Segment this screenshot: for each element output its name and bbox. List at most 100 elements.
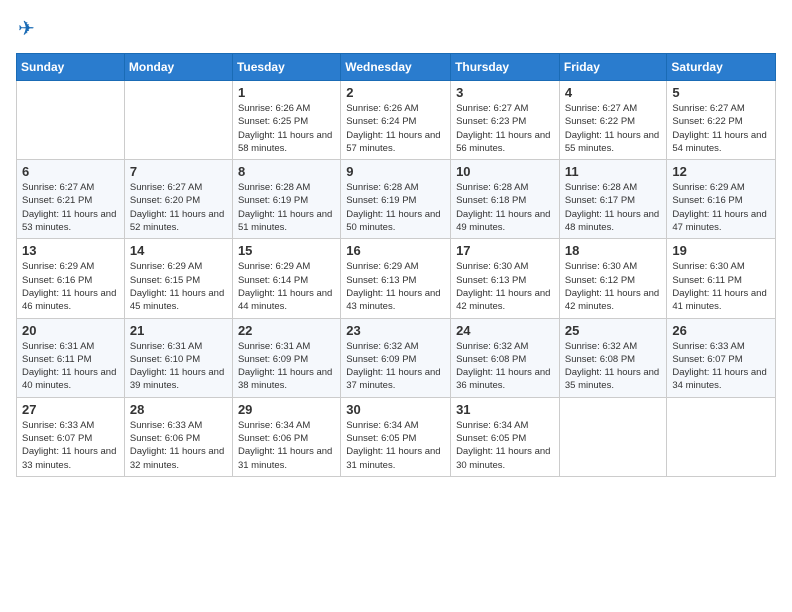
day-info: Sunrise: 6:30 AMSunset: 6:13 PMDaylight:… (456, 260, 554, 313)
day-info: Sunrise: 6:33 AMSunset: 6:07 PMDaylight:… (672, 340, 770, 393)
day-number: 17 (456, 243, 554, 258)
day-cell: 1 Sunrise: 6:26 AMSunset: 6:25 PMDayligh… (232, 81, 340, 160)
day-number: 29 (238, 402, 335, 417)
day-cell (17, 81, 125, 160)
day-info: Sunrise: 6:27 AMSunset: 6:22 PMDaylight:… (672, 102, 770, 155)
day-number: 4 (565, 85, 662, 100)
day-cell: 7 Sunrise: 6:27 AMSunset: 6:20 PMDayligh… (124, 160, 232, 239)
weekday-header-friday: Friday (559, 54, 667, 81)
week-row-2: 6 Sunrise: 6:27 AMSunset: 6:21 PMDayligh… (17, 160, 776, 239)
day-number: 12 (672, 164, 770, 179)
day-number: 20 (22, 323, 119, 338)
day-info: Sunrise: 6:34 AMSunset: 6:05 PMDaylight:… (456, 419, 554, 472)
day-info: Sunrise: 6:27 AMSunset: 6:21 PMDaylight:… (22, 181, 119, 234)
day-info: Sunrise: 6:34 AMSunset: 6:05 PMDaylight:… (346, 419, 445, 472)
day-cell: 30 Sunrise: 6:34 AMSunset: 6:05 PMDaylig… (341, 397, 451, 476)
day-info: Sunrise: 6:31 AMSunset: 6:10 PMDaylight:… (130, 340, 227, 393)
day-cell: 31 Sunrise: 6:34 AMSunset: 6:05 PMDaylig… (451, 397, 560, 476)
day-cell: 10 Sunrise: 6:28 AMSunset: 6:18 PMDaylig… (451, 160, 560, 239)
day-info: Sunrise: 6:33 AMSunset: 6:06 PMDaylight:… (130, 419, 227, 472)
weekday-header-row: SundayMondayTuesdayWednesdayThursdayFrid… (17, 54, 776, 81)
logo-bird-icon: ✈ (18, 16, 35, 41)
day-number: 14 (130, 243, 227, 258)
day-number: 3 (456, 85, 554, 100)
day-cell: 27 Sunrise: 6:33 AMSunset: 6:07 PMDaylig… (17, 397, 125, 476)
day-info: Sunrise: 6:28 AMSunset: 6:19 PMDaylight:… (238, 181, 335, 234)
day-number: 24 (456, 323, 554, 338)
day-cell (559, 397, 667, 476)
day-cell: 14 Sunrise: 6:29 AMSunset: 6:15 PMDaylig… (124, 239, 232, 318)
weekday-header-monday: Monday (124, 54, 232, 81)
day-number: 26 (672, 323, 770, 338)
day-number: 31 (456, 402, 554, 417)
day-cell: 4 Sunrise: 6:27 AMSunset: 6:22 PMDayligh… (559, 81, 667, 160)
day-info: Sunrise: 6:32 AMSunset: 6:08 PMDaylight:… (565, 340, 662, 393)
week-row-5: 27 Sunrise: 6:33 AMSunset: 6:07 PMDaylig… (17, 397, 776, 476)
day-info: Sunrise: 6:29 AMSunset: 6:16 PMDaylight:… (22, 260, 119, 313)
day-cell (667, 397, 776, 476)
day-info: Sunrise: 6:28 AMSunset: 6:19 PMDaylight:… (346, 181, 445, 234)
day-cell: 22 Sunrise: 6:31 AMSunset: 6:09 PMDaylig… (232, 318, 340, 397)
day-cell: 21 Sunrise: 6:31 AMSunset: 6:10 PMDaylig… (124, 318, 232, 397)
day-cell: 15 Sunrise: 6:29 AMSunset: 6:14 PMDaylig… (232, 239, 340, 318)
day-number: 22 (238, 323, 335, 338)
day-info: Sunrise: 6:29 AMSunset: 6:13 PMDaylight:… (346, 260, 445, 313)
day-number: 1 (238, 85, 335, 100)
day-info: Sunrise: 6:26 AMSunset: 6:25 PMDaylight:… (238, 102, 335, 155)
day-info: Sunrise: 6:30 AMSunset: 6:12 PMDaylight:… (565, 260, 662, 313)
day-number: 30 (346, 402, 445, 417)
day-number: 9 (346, 164, 445, 179)
day-number: 28 (130, 402, 227, 417)
week-row-1: 1 Sunrise: 6:26 AMSunset: 6:25 PMDayligh… (17, 81, 776, 160)
day-number: 21 (130, 323, 227, 338)
day-cell: 5 Sunrise: 6:27 AMSunset: 6:22 PMDayligh… (667, 81, 776, 160)
day-cell: 24 Sunrise: 6:32 AMSunset: 6:08 PMDaylig… (451, 318, 560, 397)
day-cell: 18 Sunrise: 6:30 AMSunset: 6:12 PMDaylig… (559, 239, 667, 318)
day-number: 10 (456, 164, 554, 179)
day-cell: 2 Sunrise: 6:26 AMSunset: 6:24 PMDayligh… (341, 81, 451, 160)
day-info: Sunrise: 6:28 AMSunset: 6:18 PMDaylight:… (456, 181, 554, 234)
calendar-table: SundayMondayTuesdayWednesdayThursdayFrid… (16, 53, 776, 477)
weekday-header-wednesday: Wednesday (341, 54, 451, 81)
day-cell: 6 Sunrise: 6:27 AMSunset: 6:21 PMDayligh… (17, 160, 125, 239)
day-info: Sunrise: 6:31 AMSunset: 6:11 PMDaylight:… (22, 340, 119, 393)
day-cell: 19 Sunrise: 6:30 AMSunset: 6:11 PMDaylig… (667, 239, 776, 318)
day-number: 6 (22, 164, 119, 179)
weekday-header-sunday: Sunday (17, 54, 125, 81)
day-cell: 12 Sunrise: 6:29 AMSunset: 6:16 PMDaylig… (667, 160, 776, 239)
day-cell: 9 Sunrise: 6:28 AMSunset: 6:19 PMDayligh… (341, 160, 451, 239)
day-number: 25 (565, 323, 662, 338)
day-cell: 16 Sunrise: 6:29 AMSunset: 6:13 PMDaylig… (341, 239, 451, 318)
day-cell: 26 Sunrise: 6:33 AMSunset: 6:07 PMDaylig… (667, 318, 776, 397)
weekday-header-saturday: Saturday (667, 54, 776, 81)
day-info: Sunrise: 6:27 AMSunset: 6:23 PMDaylight:… (456, 102, 554, 155)
day-info: Sunrise: 6:34 AMSunset: 6:06 PMDaylight:… (238, 419, 335, 472)
day-number: 23 (346, 323, 445, 338)
day-cell: 8 Sunrise: 6:28 AMSunset: 6:19 PMDayligh… (232, 160, 340, 239)
day-info: Sunrise: 6:27 AMSunset: 6:20 PMDaylight:… (130, 181, 227, 234)
day-info: Sunrise: 6:30 AMSunset: 6:11 PMDaylight:… (672, 260, 770, 313)
day-number: 7 (130, 164, 227, 179)
weekday-header-thursday: Thursday (451, 54, 560, 81)
day-info: Sunrise: 6:32 AMSunset: 6:09 PMDaylight:… (346, 340, 445, 393)
page-header: ✈ (16, 16, 776, 41)
day-info: Sunrise: 6:32 AMSunset: 6:08 PMDaylight:… (456, 340, 554, 393)
day-number: 15 (238, 243, 335, 258)
day-cell: 11 Sunrise: 6:28 AMSunset: 6:17 PMDaylig… (559, 160, 667, 239)
day-cell: 17 Sunrise: 6:30 AMSunset: 6:13 PMDaylig… (451, 239, 560, 318)
day-number: 19 (672, 243, 770, 258)
day-cell: 23 Sunrise: 6:32 AMSunset: 6:09 PMDaylig… (341, 318, 451, 397)
day-cell: 25 Sunrise: 6:32 AMSunset: 6:08 PMDaylig… (559, 318, 667, 397)
day-number: 2 (346, 85, 445, 100)
day-info: Sunrise: 6:29 AMSunset: 6:16 PMDaylight:… (672, 181, 770, 234)
day-cell (124, 81, 232, 160)
day-cell: 20 Sunrise: 6:31 AMSunset: 6:11 PMDaylig… (17, 318, 125, 397)
day-info: Sunrise: 6:29 AMSunset: 6:14 PMDaylight:… (238, 260, 335, 313)
day-number: 18 (565, 243, 662, 258)
week-row-4: 20 Sunrise: 6:31 AMSunset: 6:11 PMDaylig… (17, 318, 776, 397)
day-cell: 3 Sunrise: 6:27 AMSunset: 6:23 PMDayligh… (451, 81, 560, 160)
day-info: Sunrise: 6:26 AMSunset: 6:24 PMDaylight:… (346, 102, 445, 155)
day-info: Sunrise: 6:31 AMSunset: 6:09 PMDaylight:… (238, 340, 335, 393)
day-number: 8 (238, 164, 335, 179)
day-cell: 28 Sunrise: 6:33 AMSunset: 6:06 PMDaylig… (124, 397, 232, 476)
